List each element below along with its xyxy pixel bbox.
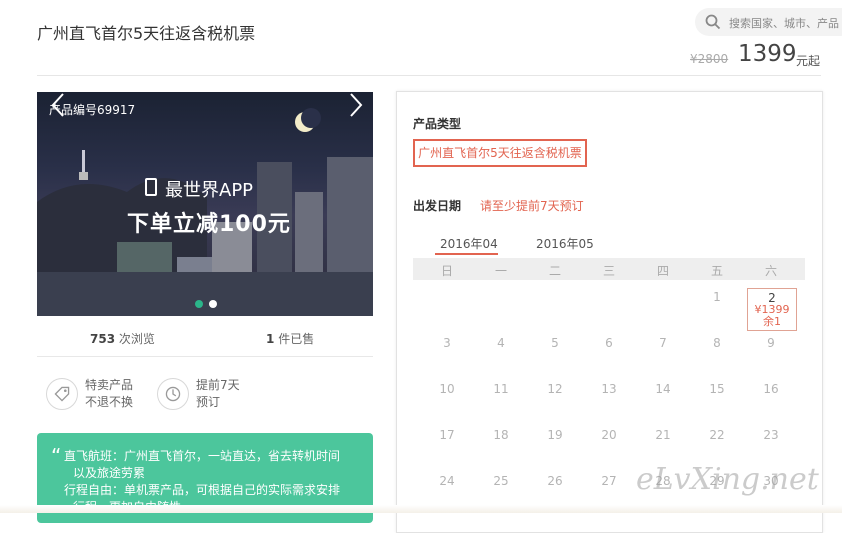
intro-line-3: 行程自由：单机票产品，可根据自己的实际需求安排 bbox=[64, 483, 341, 497]
discount-promo: 下单立减100元 bbox=[127, 212, 291, 237]
calendar-day: 5 bbox=[551, 336, 559, 350]
quote-icon: “ bbox=[51, 444, 62, 468]
chevron-right-icon[interactable] bbox=[349, 92, 363, 118]
tab-month-april[interactable]: 2016年04 bbox=[440, 235, 498, 252]
tab-month-may[interactable]: 2016年05 bbox=[536, 235, 594, 252]
carousel-dot-1[interactable] bbox=[195, 300, 203, 308]
search-icon[interactable] bbox=[705, 14, 721, 30]
calendar-day: 13 bbox=[601, 382, 617, 396]
watermark: eLvXing.net bbox=[636, 462, 819, 497]
feature-special-sale: 特卖产品 不退不换 bbox=[85, 378, 134, 409]
app-promo-text: 最世界APP bbox=[165, 180, 254, 201]
calendar-day: 8 bbox=[713, 336, 721, 350]
product-type-label: 产品类型 bbox=[413, 117, 462, 131]
calendar-day: 21 bbox=[655, 428, 671, 442]
bottom-shade bbox=[0, 505, 842, 513]
intro-line-2: 以及旅途劳累 bbox=[73, 466, 146, 480]
original-price: ¥2800 bbox=[690, 52, 729, 66]
calendar-day: 27 bbox=[601, 474, 617, 488]
calendar-day: 25 bbox=[493, 474, 509, 488]
carousel-dot-2[interactable] bbox=[209, 300, 217, 308]
calendar-day: 15 bbox=[709, 382, 725, 396]
weekday-5: 五 bbox=[710, 264, 723, 278]
tag-icon bbox=[46, 378, 78, 410]
clock-icon bbox=[157, 378, 189, 410]
calendar-day: 9 bbox=[767, 336, 775, 350]
search-input[interactable]: 搜索国家、城市、产品 bbox=[729, 15, 839, 31]
weekday-2: 二 bbox=[548, 264, 561, 278]
weekday-1: 一 bbox=[494, 264, 507, 278]
chevron-left-icon[interactable] bbox=[51, 92, 65, 118]
advance-booking-notice: 请至少提前7天预订 bbox=[480, 199, 584, 213]
price-unit: 元起 bbox=[796, 54, 821, 68]
calendar-day: 4 bbox=[497, 336, 505, 350]
calendar-day: 3 bbox=[443, 336, 451, 350]
feature-advance-booking: 提前7天 预订 bbox=[196, 378, 240, 409]
calendar-day: 22 bbox=[709, 428, 725, 442]
city-night-image bbox=[37, 108, 373, 316]
stats-divider bbox=[37, 356, 373, 357]
product-banner[interactable]: 产品编号69917 最世界APP 下单立减100元 bbox=[37, 92, 373, 316]
calendar-day: 1 bbox=[713, 290, 721, 304]
view-count: 753 次浏览 bbox=[90, 332, 155, 346]
calendar-day: 20 bbox=[601, 428, 617, 442]
weekday-4: 四 bbox=[656, 264, 669, 278]
page-title: 广州直飞首尔5天往返含税机票 bbox=[37, 24, 256, 43]
calendar-day: 7 bbox=[659, 336, 667, 350]
calendar-day: 19 bbox=[547, 428, 563, 442]
phone-icon bbox=[145, 178, 157, 196]
calendar-day: 18 bbox=[493, 428, 509, 442]
calendar-day: 24 bbox=[439, 474, 455, 488]
current-price: 1399 bbox=[738, 41, 797, 67]
calendar-day: 26 bbox=[547, 474, 563, 488]
departure-date-label: 出发日期 bbox=[413, 199, 462, 213]
selected-remaining: 余1 bbox=[763, 315, 781, 328]
active-month-indicator bbox=[435, 253, 498, 255]
weekday-3: 三 bbox=[602, 264, 615, 278]
calendar-day: 14 bbox=[655, 382, 671, 396]
calendar-day: 23 bbox=[763, 428, 779, 442]
search-box[interactable]: 搜索国家、城市、产品 bbox=[695, 8, 842, 36]
calendar-day: 11 bbox=[493, 382, 509, 396]
header-divider bbox=[37, 75, 821, 76]
intro-line-1: 直飞航班：广州直飞首尔，一站直达，省去转机时间 bbox=[64, 449, 341, 463]
calendar-day: 17 bbox=[439, 428, 455, 442]
calendar-day: 16 bbox=[763, 382, 779, 396]
weekday-6: 六 bbox=[764, 264, 777, 278]
calendar-day: 12 bbox=[547, 382, 563, 396]
calendar-day: 6 bbox=[605, 336, 613, 350]
sold-count: 1 件已售 bbox=[266, 332, 315, 346]
weekday-0: 日 bbox=[440, 264, 453, 278]
calendar-day: 10 bbox=[439, 382, 455, 396]
product-type-option[interactable]: 广州直飞首尔5天往返含税机票 bbox=[413, 139, 587, 167]
selected-date-cell[interactable]: 2 ¥1399 余1 bbox=[747, 288, 797, 331]
